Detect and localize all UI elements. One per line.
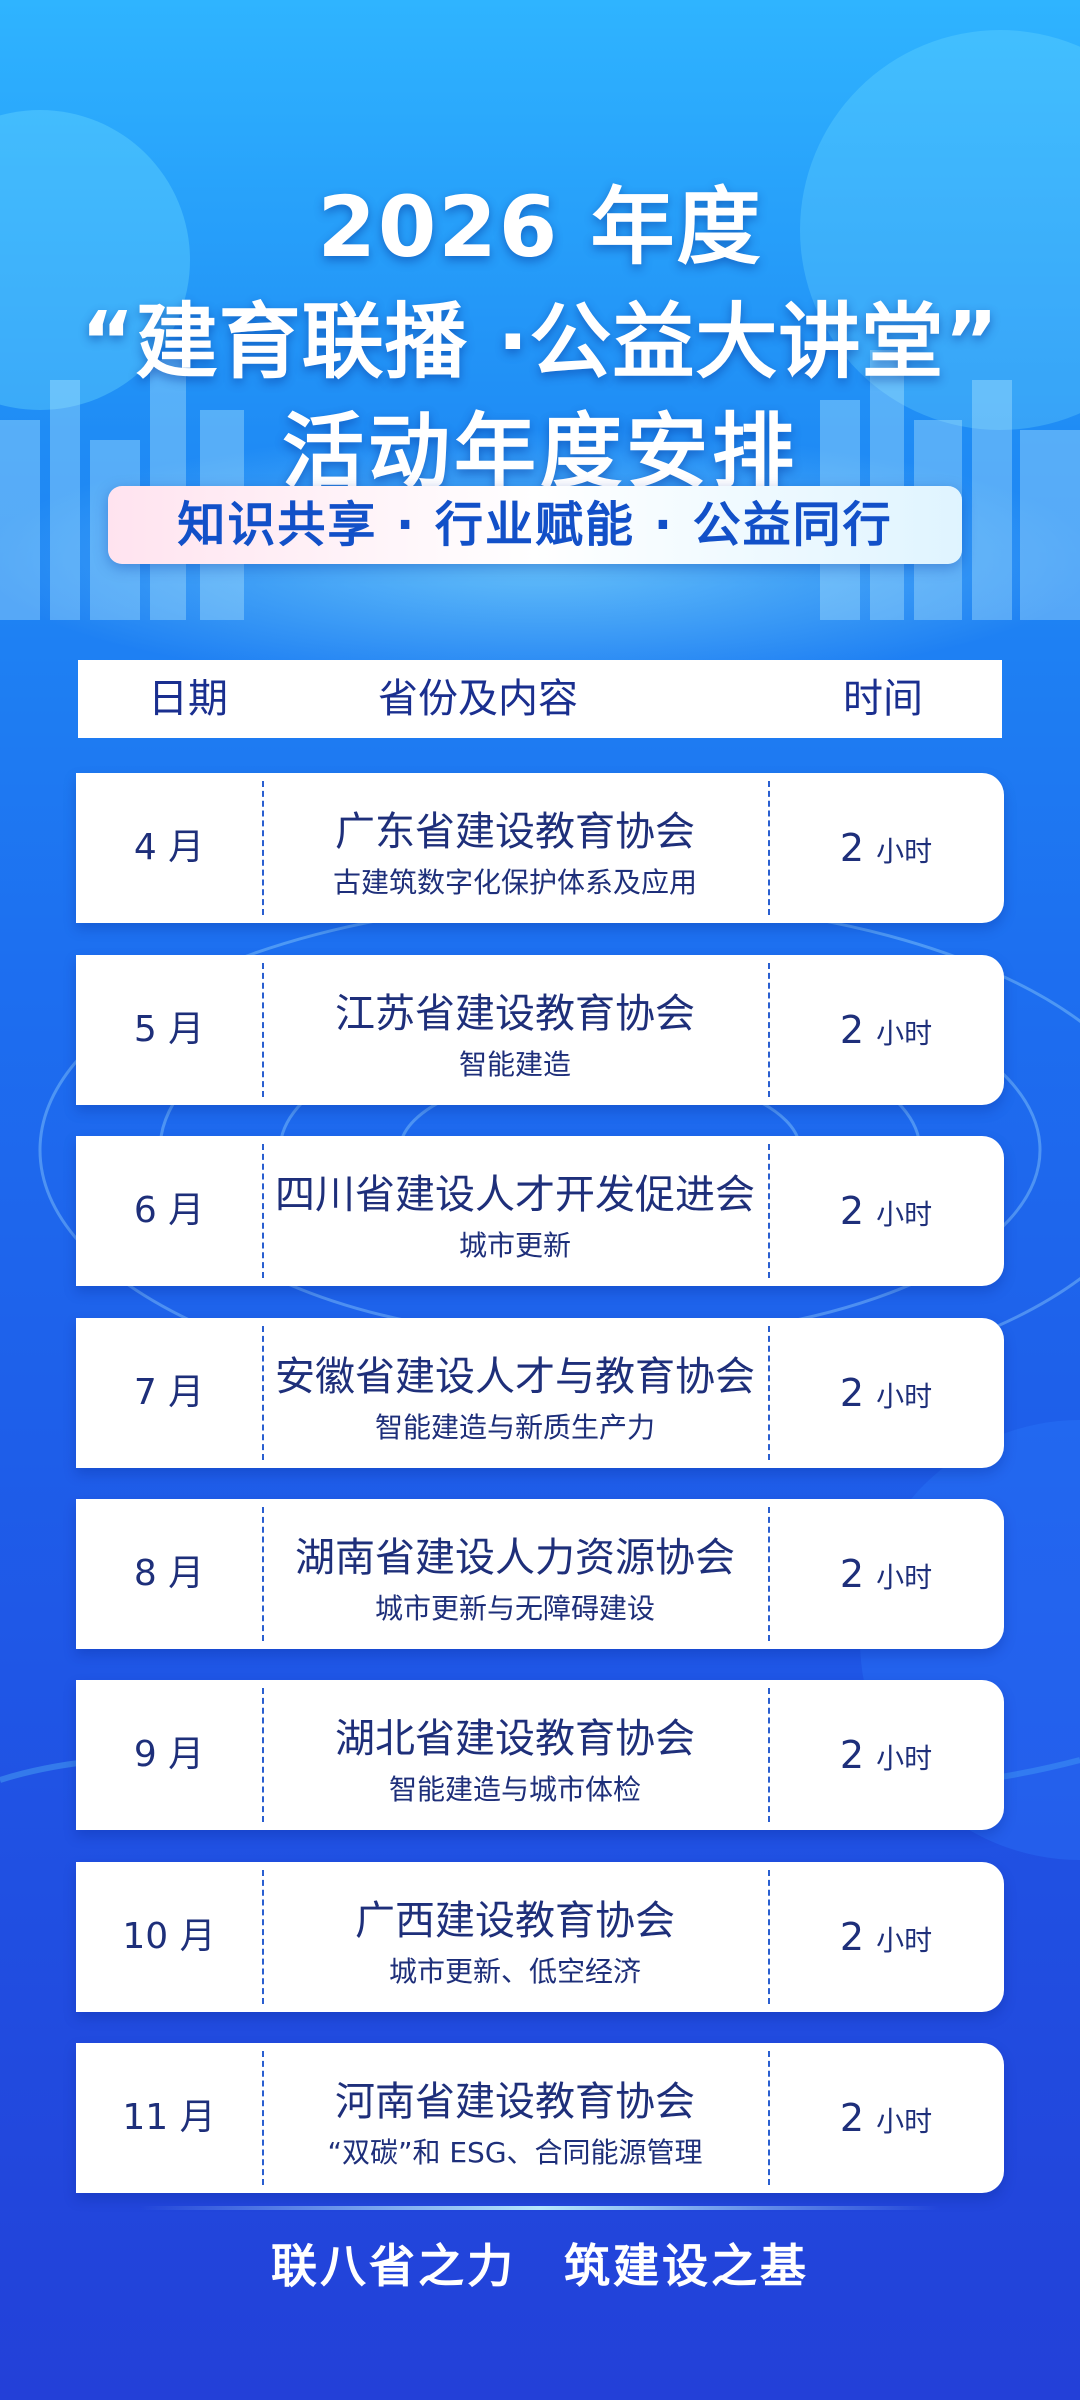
row-month: 8 月: [133, 1553, 205, 1594]
row-topic: 智能建造与城市体检: [388, 1773, 641, 1806]
table-row: 11 月 河南省建设教育协会 “双碳”和 ESG、合同能源管理 2 小时: [76, 2043, 1004, 2193]
row-duration: 2 小时: [768, 2043, 1004, 2193]
table-row: 10 月 广西建设教育协会 城市更新、低空经济 2 小时: [76, 1862, 1004, 2012]
row-month: 6 月: [133, 1190, 205, 1231]
row-month: 7 月: [133, 1372, 205, 1413]
duration-unit: 小时: [876, 1742, 933, 1775]
header-content: 省份及内容: [378, 676, 578, 722]
row-month: 9 月: [133, 1734, 205, 1775]
duration-hours: 2: [839, 1915, 865, 1959]
row-topic: 古建筑数字化保护体系及应用: [332, 866, 697, 899]
footer-left-text: 联八省之力: [271, 2239, 516, 2293]
row-duration: 2 小时: [768, 1862, 1004, 2012]
duration-hours: 2: [839, 1371, 865, 1415]
row-duration: 2 小时: [768, 955, 1004, 1105]
header-time: 时间: [843, 676, 923, 722]
footer-divider: [140, 2206, 940, 2210]
table-row: 4 月 广东省建设教育协会 古建筑数字化保护体系及应用 2 小时: [76, 773, 1004, 923]
duration-unit: 小时: [876, 1924, 933, 1957]
row-topic: 智能建造: [458, 1048, 571, 1081]
duration-unit: 小时: [876, 1380, 933, 1413]
title-year: 2026 年度: [317, 178, 763, 276]
row-organization: 广西建设教育协会: [355, 1898, 675, 1944]
duration-unit: 小时: [876, 1561, 933, 1594]
row-duration: 2 小时: [768, 1499, 1004, 1649]
table-row: 5 月 江苏省建设教育协会 智能建造 2 小时: [76, 955, 1004, 1105]
table-row: 8 月 湖南省建设人力资源协会 城市更新与无障碍建设 2 小时: [76, 1499, 1004, 1649]
row-organization: 广东省建设教育协会: [335, 809, 695, 855]
duration-unit: 小时: [876, 835, 933, 868]
row-organization: 江苏省建设教育协会: [335, 991, 695, 1037]
row-organization: 湖北省建设教育协会: [335, 1716, 695, 1762]
table-row: 7 月 安徽省建设人才与教育协会 智能建造与新质生产力 2 小时: [76, 1318, 1004, 1468]
row-organization: 安徽省建设人才与教育协会: [275, 1354, 755, 1400]
row-duration: 2 小时: [768, 773, 1004, 923]
row-duration: 2 小时: [768, 1136, 1004, 1286]
row-organization: 河南省建设教育协会: [335, 2079, 695, 2125]
row-topic: 城市更新: [458, 1229, 571, 1262]
row-month: 5 月: [133, 1009, 205, 1050]
row-topic: 城市更新、低空经济: [388, 1955, 641, 1988]
duration-hours: 2: [839, 1189, 865, 1233]
row-topic: “双碳”和 ESG、合同能源管理: [327, 2136, 703, 2169]
duration-unit: 小时: [876, 1017, 933, 1050]
table-row: 6 月 四川省建设人才开发促进会 城市更新 2 小时: [76, 1136, 1004, 1286]
footer-slogan: 联八省之力 筑建设之基: [0, 2230, 1080, 2296]
duration-hours: 2: [839, 826, 865, 870]
table-header: 日期 省份及内容 时间: [78, 660, 1002, 738]
row-topic: 智能建造与新质生产力: [374, 1411, 655, 1444]
row-organization: 四川省建设人才开发促进会: [275, 1172, 755, 1218]
row-month: 10 月: [122, 1916, 216, 1957]
title-program-name: “建育联播 ·公益大讲堂”: [80, 295, 1000, 390]
duration-unit: 小时: [876, 2105, 933, 2138]
slogan-banner: 知识共享 · 行业赋能 · 公益同行: [108, 486, 962, 564]
row-duration: 2 小时: [768, 1318, 1004, 1468]
row-topic: 城市更新与无障碍建设: [374, 1592, 655, 1625]
duration-hours: 2: [839, 1733, 865, 1777]
duration-hours: 2: [839, 1008, 865, 1052]
footer-right-text: 筑建设之基: [564, 2239, 809, 2293]
table-row: 9 月 湖北省建设教育协会 智能建造与城市体检 2 小时: [76, 1680, 1004, 1830]
duration-unit: 小时: [876, 1198, 933, 1231]
row-duration: 2 小时: [768, 1680, 1004, 1830]
row-month: 11 月: [122, 2097, 216, 2138]
row-month: 4 月: [133, 827, 205, 868]
duration-hours: 2: [839, 2096, 865, 2140]
header-date: 日期: [148, 676, 228, 722]
duration-hours: 2: [839, 1552, 865, 1596]
row-organization: 湖南省建设人力资源协会: [295, 1535, 735, 1581]
